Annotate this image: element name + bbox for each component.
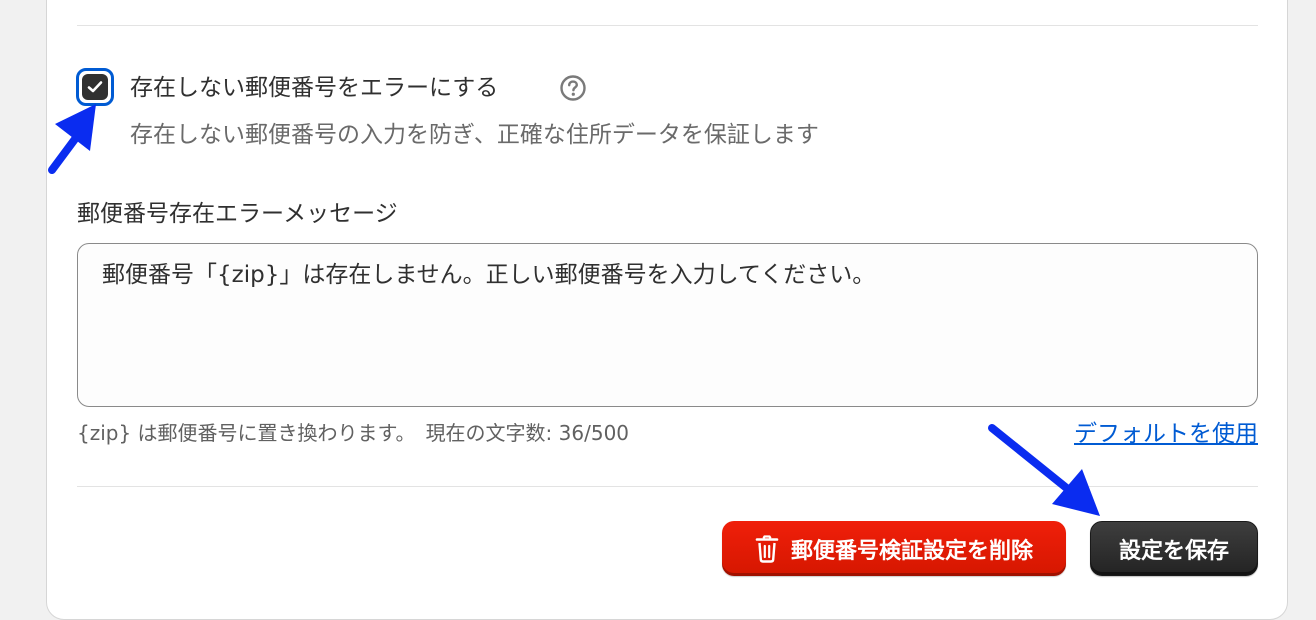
trash-icon xyxy=(755,534,779,563)
char-count-text: 現在の文字数: 36/500 xyxy=(425,421,630,445)
question-circle-icon[interactable] xyxy=(559,74,587,102)
top-divider xyxy=(77,25,1258,26)
checkbox-fill xyxy=(82,74,108,100)
delete-settings-button[interactable]: 郵便番号検証設定を削除 xyxy=(722,521,1066,576)
error-message-textarea[interactable] xyxy=(77,243,1258,407)
checkmark-icon xyxy=(87,81,103,93)
error-toggle-help-text: 存在しない郵便番号の入力を防ぎ、正確な住所データを保証します xyxy=(130,122,819,148)
actions-divider xyxy=(77,486,1258,487)
error-toggle-checkbox[interactable] xyxy=(76,68,114,106)
use-default-link[interactable]: デフォルトを使用 xyxy=(1074,417,1258,451)
error-toggle-label[interactable]: 存在しない郵便番号をエラーにする xyxy=(130,71,498,105)
save-settings-button[interactable]: 設定を保存 xyxy=(1090,521,1258,576)
error-message-label: 郵便番号存在エラーメッセージ xyxy=(77,201,398,227)
placeholder-hint-text: {zip} は郵便番号に置き換わります。 xyxy=(77,421,416,445)
error-message-hint: {zip} は郵便番号に置き換わります。 現在の文字数: 36/500 xyxy=(77,417,629,449)
delete-settings-label: 郵便番号検証設定を削除 xyxy=(790,538,1033,564)
